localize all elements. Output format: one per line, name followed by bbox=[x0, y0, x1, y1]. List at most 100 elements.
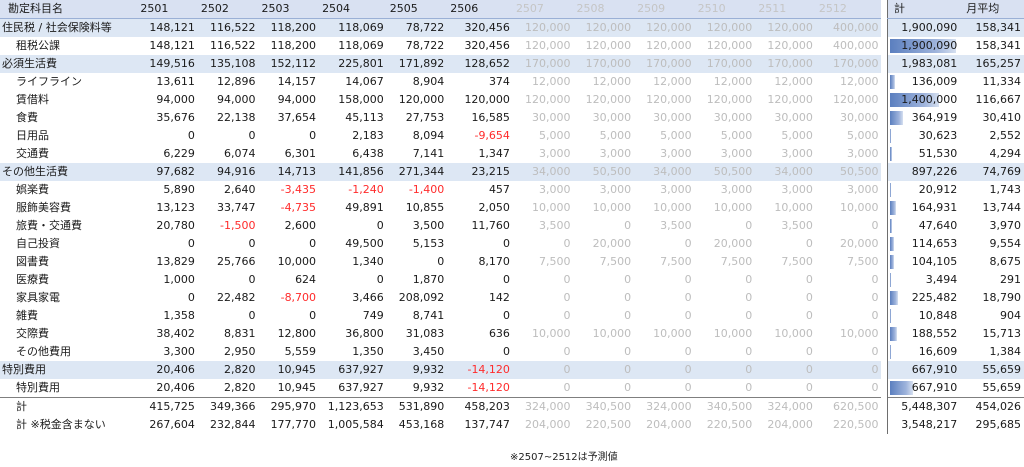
value-cell[interactable]: 78,722 bbox=[387, 37, 448, 55]
average-cell[interactable]: 11,334 bbox=[960, 73, 1024, 91]
value-cell[interactable]: 14,067 bbox=[319, 73, 387, 91]
forecast-cell[interactable]: 3,000 bbox=[695, 145, 756, 163]
value-cell[interactable]: 158,000 bbox=[319, 91, 387, 109]
grand-average-cell[interactable]: 295,685 bbox=[960, 416, 1024, 434]
forecast-cell[interactable]: 0 bbox=[755, 271, 816, 289]
total-value-cell[interactable]: 295,970 bbox=[258, 397, 320, 416]
forecast-cell[interactable]: 10,000 bbox=[695, 199, 756, 217]
forecast-cell[interactable]: 0 bbox=[634, 235, 695, 253]
value-cell[interactable]: 9,932 bbox=[386, 361, 448, 379]
value-cell[interactable]: 10,945 bbox=[258, 379, 319, 398]
forecast-total-cell[interactable]: 204,000 bbox=[634, 416, 695, 434]
forecast-cell[interactable]: 30,000 bbox=[634, 109, 695, 127]
total-value-cell[interactable]: 232,844 bbox=[198, 416, 259, 434]
average-cell[interactable]: 30,410 bbox=[960, 109, 1024, 127]
forecast-cell[interactable]: 5,000 bbox=[755, 127, 816, 145]
total-cell[interactable]: 136,009 bbox=[887, 73, 961, 91]
value-cell[interactable]: 8,831 bbox=[198, 325, 259, 343]
average-cell[interactable]: 74,769 bbox=[960, 163, 1024, 181]
forecast-cell[interactable]: 20,000 bbox=[816, 235, 882, 253]
value-cell[interactable]: 1,340 bbox=[319, 253, 387, 271]
average-cell[interactable]: 3,970 bbox=[960, 217, 1024, 235]
forecast-cell[interactable]: 0 bbox=[574, 379, 635, 398]
forecast-cell[interactable]: 7,500 bbox=[634, 253, 695, 271]
item-name[interactable]: その他費用 bbox=[0, 343, 137, 361]
value-cell[interactable]: 118,069 bbox=[319, 37, 387, 55]
value-cell[interactable]: 0 bbox=[198, 307, 259, 325]
forecast-cell[interactable]: 7,500 bbox=[755, 253, 816, 271]
forecast-cell[interactable]: 34,000 bbox=[634, 163, 695, 181]
forecast-cell[interactable]: 10,000 bbox=[634, 199, 695, 217]
header-monthly-average[interactable]: 月平均 bbox=[960, 0, 1024, 19]
forecast-cell[interactable]: 34,000 bbox=[755, 163, 816, 181]
value-cell[interactable]: 3,500 bbox=[387, 217, 448, 235]
forecast-cell[interactable]: 120,000 bbox=[634, 18, 695, 37]
forecast-cell[interactable]: 7,500 bbox=[513, 253, 574, 271]
total-cell[interactable]: 164,931 bbox=[887, 199, 961, 217]
value-cell[interactable]: 78,722 bbox=[386, 18, 448, 37]
value-cell[interactable]: 152,112 bbox=[258, 55, 320, 73]
item-name[interactable]: 自己投資 bbox=[0, 235, 137, 253]
header-month[interactable]: 2504 bbox=[319, 0, 387, 19]
value-cell[interactable]: 749 bbox=[319, 307, 387, 325]
forecast-cell[interactable]: 0 bbox=[513, 271, 574, 289]
value-cell[interactable]: 22,482 bbox=[198, 289, 259, 307]
forecast-cell[interactable]: 3,000 bbox=[574, 145, 635, 163]
header-month-forecast[interactable]: 2510 bbox=[694, 0, 756, 19]
total-cell[interactable]: 10,848 bbox=[887, 307, 961, 325]
forecast-cell[interactable]: 400,000 bbox=[816, 37, 882, 55]
forecast-cell[interactable]: 3,000 bbox=[816, 145, 882, 163]
average-cell[interactable]: 8,675 bbox=[960, 253, 1024, 271]
total-cell[interactable]: 1,400,000 bbox=[887, 91, 961, 109]
value-cell[interactable]: 148,121 bbox=[137, 37, 198, 55]
forecast-cell[interactable]: 10,000 bbox=[695, 325, 756, 343]
header-month-forecast[interactable]: 2507 bbox=[512, 0, 574, 19]
average-cell[interactable]: 1,384 bbox=[960, 343, 1024, 361]
forecast-cell[interactable]: 7,500 bbox=[695, 253, 756, 271]
average-cell[interactable]: 15,713 bbox=[960, 325, 1024, 343]
total-cell[interactable]: 188,552 bbox=[887, 325, 961, 343]
value-cell[interactable]: 94,000 bbox=[137, 91, 198, 109]
forecast-cell[interactable]: 0 bbox=[816, 289, 882, 307]
value-cell[interactable]: 31,083 bbox=[387, 325, 448, 343]
value-cell[interactable]: 13,123 bbox=[137, 199, 198, 217]
forecast-cell[interactable]: 30,000 bbox=[695, 109, 756, 127]
total-value-cell[interactable]: 137,747 bbox=[447, 416, 513, 434]
forecast-cell[interactable]: 0 bbox=[816, 379, 882, 398]
forecast-cell[interactable]: 0 bbox=[574, 271, 635, 289]
forecast-cell[interactable]: 120,000 bbox=[573, 18, 635, 37]
total-value-cell[interactable]: 415,725 bbox=[137, 397, 198, 416]
total-value-cell[interactable]: 177,770 bbox=[258, 416, 319, 434]
value-cell[interactable]: 10,000 bbox=[258, 253, 319, 271]
value-cell[interactable]: 0 bbox=[447, 307, 513, 325]
value-cell[interactable]: 8,741 bbox=[387, 307, 448, 325]
header-month-forecast[interactable]: 2512 bbox=[815, 0, 882, 19]
item-name[interactable]: 交通費 bbox=[0, 145, 137, 163]
forecast-cell[interactable]: 50,500 bbox=[815, 163, 882, 181]
total-cell[interactable]: 47,640 bbox=[887, 217, 961, 235]
forecast-cell[interactable]: 170,000 bbox=[755, 55, 816, 73]
item-name[interactable]: 服飾美容費 bbox=[0, 199, 137, 217]
forecast-total-cell[interactable]: 340,500 bbox=[694, 397, 756, 416]
value-cell[interactable]: 142 bbox=[447, 289, 513, 307]
forecast-cell[interactable]: 0 bbox=[513, 289, 574, 307]
value-cell[interactable]: 2,820 bbox=[198, 379, 259, 398]
value-cell[interactable]: 6,301 bbox=[258, 145, 319, 163]
value-cell[interactable]: 49,500 bbox=[319, 235, 387, 253]
value-cell[interactable]: -8,700 bbox=[258, 289, 319, 307]
value-cell[interactable]: 23,215 bbox=[447, 163, 513, 181]
forecast-cell[interactable]: 170,000 bbox=[815, 55, 882, 73]
value-cell[interactable]: 6,074 bbox=[198, 145, 259, 163]
value-cell[interactable]: 118,200 bbox=[258, 18, 320, 37]
item-name[interactable]: 交際費 bbox=[0, 325, 137, 343]
forecast-cell[interactable]: 0 bbox=[512, 361, 574, 379]
value-cell[interactable]: 0 bbox=[198, 271, 259, 289]
value-cell[interactable]: -1,500 bbox=[198, 217, 259, 235]
forecast-cell[interactable]: 0 bbox=[695, 271, 756, 289]
forecast-total-cell[interactable]: 324,000 bbox=[755, 397, 816, 416]
forecast-cell[interactable]: 30,000 bbox=[816, 109, 882, 127]
forecast-cell[interactable]: 12,000 bbox=[755, 73, 816, 91]
forecast-cell[interactable]: 170,000 bbox=[694, 55, 756, 73]
forecast-cell[interactable]: 3,500 bbox=[513, 217, 574, 235]
value-cell[interactable]: 1,347 bbox=[447, 145, 513, 163]
